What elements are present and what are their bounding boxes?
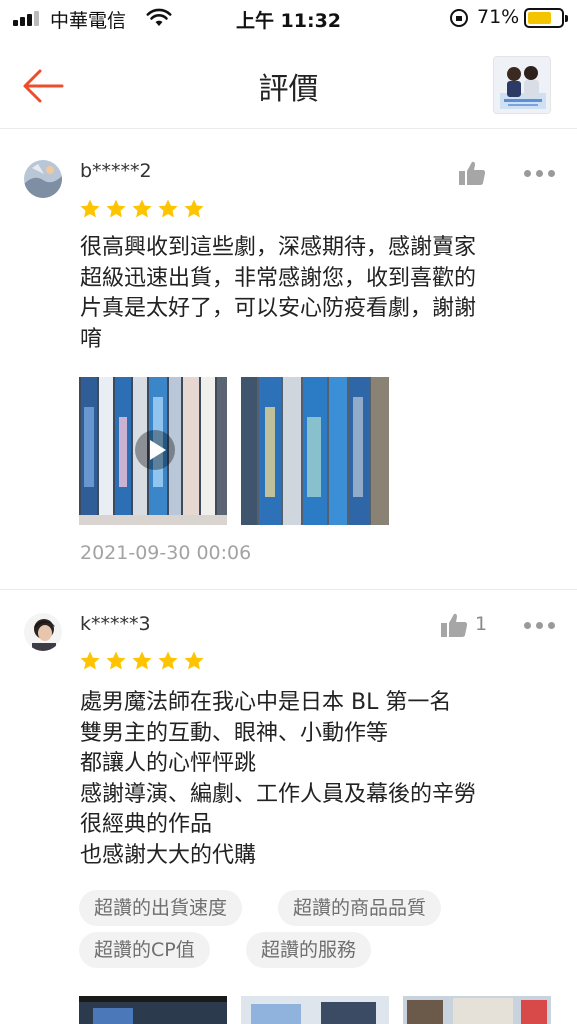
reviewer-avatar[interactable] — [24, 160, 62, 198]
star-rating — [79, 650, 209, 674]
star-icon — [184, 199, 204, 218]
star-icon — [106, 199, 126, 218]
review-tag: 超讚的CP值 — [79, 932, 210, 968]
star-icon — [132, 651, 152, 670]
more-options-icon[interactable] — [524, 168, 556, 178]
review-text: 處男魔法師在我心中是日本 BL 第一名 雙男主的互動、眼神、小動作等 都讓人的心… — [80, 690, 477, 868]
star-icon — [132, 199, 152, 218]
like-count: 1 — [475, 613, 488, 635]
reviewer-username: b*****2 — [80, 160, 152, 182]
product-thumbnail[interactable] — [493, 56, 551, 114]
star-icon — [80, 199, 100, 218]
review-tag: 超讚的服務 — [246, 932, 372, 968]
review-date: 2021-09-30 00:06 — [80, 542, 252, 564]
play-icon[interactable] — [135, 430, 175, 470]
review-photo[interactable] — [241, 996, 389, 1024]
reviewer-avatar[interactable] — [24, 613, 62, 651]
review-photo[interactable] — [241, 377, 389, 525]
star-icon — [80, 651, 100, 670]
review-photo[interactable] — [403, 996, 551, 1024]
more-options-icon[interactable] — [524, 620, 556, 630]
orientation-lock-icon — [450, 9, 468, 27]
page-header: 評價 — [0, 44, 577, 128]
review-divider — [0, 589, 577, 590]
battery-icon — [524, 8, 568, 28]
review-video-thumbnail[interactable] — [79, 377, 227, 525]
review-tag: 超讚的商品品質 — [278, 890, 442, 926]
page-title: 評價 — [258, 72, 319, 107]
star-icon — [184, 651, 204, 670]
thumbs-up-icon[interactable] — [458, 160, 486, 186]
review-text: 很高興收到這些劇，深感期待，感謝賣家 超級迅速出貨，非常感謝您，收到喜歡的 片真… — [80, 235, 477, 352]
review-tag: 超讚的出貨速度 — [79, 890, 243, 926]
star-icon — [158, 651, 178, 670]
review-photo[interactable] — [79, 996, 227, 1024]
star-icon — [158, 199, 178, 218]
status-bar: 中華電信 上午 11:32 71% — [0, 0, 577, 38]
battery-percent: 71% — [477, 6, 520, 28]
header-divider — [0, 128, 577, 129]
thumbs-up-icon[interactable] — [440, 612, 468, 638]
reviewer-username: k*****3 — [80, 613, 151, 635]
star-icon — [106, 651, 126, 670]
star-rating — [79, 198, 209, 222]
